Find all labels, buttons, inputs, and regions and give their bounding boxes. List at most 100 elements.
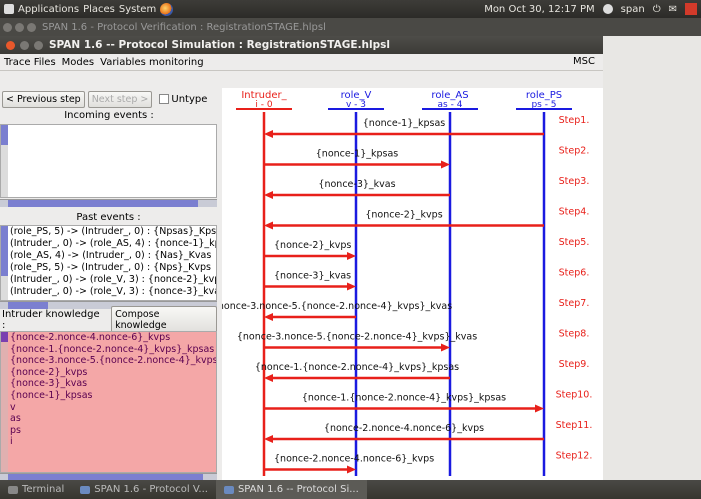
arrowhead [264,374,273,382]
past-event-item[interactable]: (Intruder_, 0) -> (role_V, 3) : {nonce-3… [1,286,216,298]
menu-modes[interactable]: Modes [62,57,94,68]
menu-msc[interactable]: MSC [573,56,595,67]
taskbar-span-verification[interactable]: SPAN 1.6 - Protocol V... [72,480,216,499]
user-icon [602,4,613,14]
message-label: {nonce-1}_kpsas [363,118,446,129]
background-window-title: SPAN 1.6 - Protocol Verification : Regis… [42,21,326,33]
compose-knowledge-button[interactable]: Compose knowledge [111,306,217,334]
previous-step-button[interactable]: < Previous step [2,90,85,108]
left-panel: < Previous step Next step > Untype Incom… [0,88,218,481]
message-label: {nonce-1.{nonce-2.nonce-4}_kvps}_kpsas [255,362,459,373]
menu-applications[interactable]: Applications [18,4,79,15]
message-label: {nonce-3}_kvas [274,271,351,282]
step-label: Step6. [559,268,590,279]
message-label: {nonce-2}_kvps [274,240,351,251]
step-label: Step3. [559,176,590,187]
power-icon[interactable]: ⏻ [653,4,661,15]
arrowhead [264,191,273,199]
window-title: SPAN 1.6 -- Protocol Simulation : Regist… [49,39,390,51]
knowledge-item[interactable]: as [1,413,216,425]
arrowhead [535,404,544,413]
msc-canvas: Intruder_i - 0role_Vv - 3role_ASas - 4ro… [212,90,593,476]
knowledge-item[interactable]: {nonce-3}_kvas [1,378,216,390]
menu-trace-files[interactable]: Trace Files [4,57,56,68]
checkbox-icon[interactable] [159,94,170,104]
step-label: Step11. [556,420,593,431]
arrowhead [264,313,273,321]
taskbar-terminal[interactable]: Terminal [0,480,72,499]
window-titlebar[interactable]: SPAN 1.6 -- Protocol Simulation : Regist… [0,36,603,54]
menubar: Trace Files Modes Variables monitoring M… [0,54,603,71]
step-label: Step5. [559,237,590,248]
arrowhead [264,130,273,138]
taskbar-label: SPAN 1.6 -- Protocol Si... [237,484,359,495]
scrollbar[interactable] [1,332,8,472]
knowledge-item[interactable]: i [1,436,216,448]
arrowhead [347,252,356,260]
untype-label: Untype [171,93,208,105]
past-event-item[interactable]: (role_AS, 4) -> (Intruder_, 0) : {Nas}_K… [1,250,216,262]
mail-icon[interactable]: ✉ [669,4,677,15]
close-icon[interactable] [6,40,15,50]
background-window-titlebar[interactable]: SPAN 1.6 - Protocol Verification : Regis… [0,18,701,36]
maximize-icon[interactable] [27,22,36,32]
knowledge-item[interactable]: v [1,402,216,414]
message-label: {nonce-3}_kvas [318,179,395,190]
arrowhead [264,221,273,230]
username[interactable]: span [621,4,645,15]
knowledge-item[interactable]: {nonce-3.nonce-5.{nonce-2.nonce-4}_kvps} [1,355,216,367]
knowledge-item[interactable]: {nonce-1}_kpsas [1,390,216,402]
knowledge-item[interactable]: {nonce-2}_kvps [1,367,216,379]
past-events-list[interactable]: (role_PS, 5) -> (Intruder_, 0) : {Npsas}… [0,225,217,301]
past-event-item[interactable]: (role_PS, 5) -> (Intruder_, 0) : {Npsas}… [1,226,216,238]
window-icon [223,485,234,494]
arrowhead [441,343,450,352]
menu-system[interactable]: System [119,4,156,15]
update-icon[interactable] [685,3,697,15]
close-icon[interactable] [3,22,12,32]
firefox-icon[interactable] [160,2,174,16]
arrowhead [264,435,273,443]
incoming-events-list[interactable] [0,124,217,198]
message-label: {nonce-2.nonce-4.nonce-6}_kvps [274,454,434,465]
taskbar: Terminal SPAN 1.6 - Protocol V... SPAN 1… [0,480,701,499]
step-label: Step10. [556,390,593,401]
scrollbar[interactable] [1,226,8,300]
knowledge-item[interactable]: {nonce-2.nonce-4.nonce-6}_kvps [1,332,216,344]
taskbar-label: Terminal [22,484,65,495]
message-label: {nonce-2}_kvps [365,210,442,221]
knowledge-item[interactable]: {nonce-1.{nonce-2.nonce-4}_kvps}_kpsas [1,344,216,356]
minimize-icon[interactable] [15,22,24,32]
step-label: Step4. [559,207,590,218]
past-event-item[interactable]: (Intruder_, 0) -> (role_V, 3) : {nonce-2… [1,274,216,286]
message-label: {nonce-1.{nonce-2.nonce-4}_kvps}_kpsas [302,393,506,404]
incoming-hscrollbar[interactable] [0,199,217,207]
arrowhead [441,160,450,169]
past-event-item[interactable]: (Intruder_, 0) -> (role_AS, 4) : {nonce-… [1,238,216,250]
untype-checkbox[interactable]: Untype [159,94,207,105]
arrowhead [347,282,356,291]
menu-variables-monitoring[interactable]: Variables monitoring [100,57,203,68]
step-label: Step9. [559,359,590,370]
past-event-item[interactable]: (role_PS, 5) -> (Intruder_, 0) : {Nps}_K… [1,262,216,274]
message-label: {nonce-1}_kpsas [316,149,399,160]
window-icon [80,485,91,494]
next-step-button[interactable]: Next step > [87,90,153,108]
step-label: Step7. [559,298,590,309]
clock[interactable]: Mon Oct 30, 12:17 PM [484,4,594,15]
taskbar-span-simulation[interactable]: SPAN 1.6 -- Protocol Si... [215,480,367,499]
step-label: Step8. [559,329,590,340]
step-label: Step2. [559,146,590,157]
intruder-knowledge-label: Intruder knowledge : [2,309,100,331]
scrollbar[interactable] [1,125,8,197]
ubuntu-logo-icon [4,4,14,14]
menu-places[interactable]: Places [83,4,115,15]
maximize-icon[interactable] [34,40,43,50]
step-controls: < Previous step Next step > Untype [0,88,218,110]
minimize-icon[interactable] [20,40,29,50]
message-label: {nonce-2.nonce-4.nonce-6}_kvps [324,423,484,434]
knowledge-item[interactable]: ps [1,425,216,437]
top-panel: Applications Places System Mon Oct 30, 1… [0,0,701,18]
intruder-knowledge-list[interactable]: {nonce-2.nonce-4.nonce-6}_kvps {nonce-1.{… [0,331,217,473]
desktop-background [603,36,701,480]
